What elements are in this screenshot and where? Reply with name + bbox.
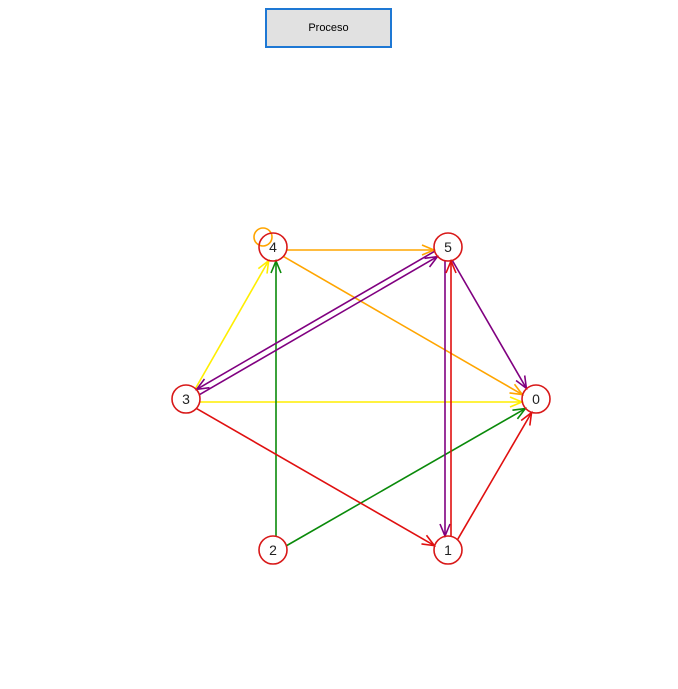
node-5[interactable]: 5 (433, 232, 463, 262)
edge-4-5 (287, 244, 437, 256)
node-4-label: 4 (269, 239, 277, 255)
edge-3-0 (200, 396, 525, 408)
nodes-layer: 0 1 2 3 4 5 (171, 232, 551, 565)
node-0[interactable]: 0 (521, 384, 551, 414)
edge-3-1 (196, 407, 437, 547)
edge-2-4 (270, 258, 282, 536)
edge-5-3 (194, 250, 435, 391)
edge-5-0 (451, 260, 528, 391)
node-3[interactable]: 3 (171, 384, 201, 414)
node-2[interactable]: 2 (258, 535, 288, 565)
node-2-label: 2 (269, 542, 277, 558)
edge-2-0 (286, 407, 528, 547)
edge-5-1 (439, 261, 451, 539)
edge-1-0 (456, 410, 533, 540)
node-1-label: 1 (444, 542, 452, 558)
edge-1-5 (445, 258, 457, 536)
node-1[interactable]: 1 (433, 535, 463, 565)
node-0-label: 0 (532, 391, 540, 407)
node-5-label: 5 (444, 239, 452, 255)
graph-canvas: 0 1 2 3 4 5 (171, 227, 551, 565)
edges-layer (194, 227, 533, 547)
node-4[interactable]: 4 (258, 232, 288, 262)
node-3-label: 3 (182, 391, 190, 407)
